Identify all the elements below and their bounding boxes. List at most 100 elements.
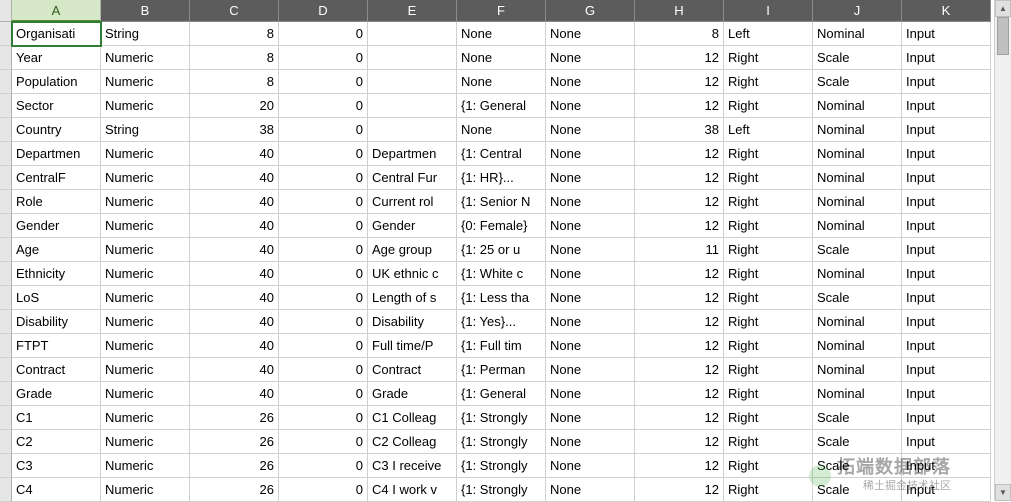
column-header-c[interactable]: C xyxy=(190,0,279,22)
column-header-e[interactable]: E xyxy=(368,0,457,22)
cell[interactable]: 0 xyxy=(279,310,368,334)
cell[interactable]: Numeric xyxy=(101,382,190,406)
cell[interactable]: Right xyxy=(724,142,813,166)
cell[interactable]: 40 xyxy=(190,358,279,382)
cell[interactable]: Input xyxy=(902,70,991,94)
cell[interactable]: 0 xyxy=(279,190,368,214)
row-header[interactable] xyxy=(0,166,12,190)
cell[interactable]: None xyxy=(546,70,635,94)
cell[interactable]: {1: White c xyxy=(457,262,546,286)
cell[interactable]: 12 xyxy=(635,454,724,478)
cell[interactable]: String xyxy=(101,22,190,46)
cell[interactable]: Right xyxy=(724,382,813,406)
cell[interactable]: C1 Colleag xyxy=(368,406,457,430)
cell[interactable]: 12 xyxy=(635,190,724,214)
row-header[interactable] xyxy=(0,430,12,454)
cell[interactable]: Contract xyxy=(368,358,457,382)
cell[interactable]: 12 xyxy=(635,430,724,454)
cell[interactable]: {1: 25 or u xyxy=(457,238,546,262)
cell[interactable] xyxy=(368,118,457,142)
row-header[interactable] xyxy=(0,262,12,286)
cell[interactable]: Population xyxy=(12,70,101,94)
row-header[interactable] xyxy=(0,382,12,406)
cell[interactable]: {1: Central xyxy=(457,142,546,166)
row-header[interactable] xyxy=(0,118,12,142)
cell[interactable]: None xyxy=(546,46,635,70)
cell[interactable]: {1: Yes}... xyxy=(457,310,546,334)
cell[interactable]: Right xyxy=(724,286,813,310)
cell[interactable]: 12 xyxy=(635,310,724,334)
cell[interactable]: Left xyxy=(724,22,813,46)
cell[interactable]: None xyxy=(457,22,546,46)
cell[interactable]: Input xyxy=(902,478,991,502)
cell[interactable]: {1: Strongly xyxy=(457,454,546,478)
cell[interactable]: Numeric xyxy=(101,70,190,94)
cell[interactable]: Age group xyxy=(368,238,457,262)
cell[interactable]: None xyxy=(546,430,635,454)
cell[interactable]: Input xyxy=(902,190,991,214)
cell[interactable]: None xyxy=(457,46,546,70)
cell[interactable]: 26 xyxy=(190,478,279,502)
cell[interactable]: Disability xyxy=(368,310,457,334)
cell[interactable]: 12 xyxy=(635,358,724,382)
spreadsheet-grid[interactable]: ABCDEFGHIJKOrganisatiString80NoneNone8Le… xyxy=(0,0,1011,502)
cell[interactable]: Right xyxy=(724,70,813,94)
column-header-f[interactable]: F xyxy=(457,0,546,22)
cell[interactable]: Input xyxy=(902,406,991,430)
column-header-k[interactable]: K xyxy=(902,0,991,22)
cell[interactable]: Nominal xyxy=(813,382,902,406)
cell[interactable]: Numeric xyxy=(101,358,190,382)
cell[interactable]: None xyxy=(546,94,635,118)
cell[interactable]: 0 xyxy=(279,214,368,238)
cell[interactable]: Numeric xyxy=(101,430,190,454)
cell[interactable]: 20 xyxy=(190,94,279,118)
cell[interactable]: Departmen xyxy=(12,142,101,166)
cell[interactable]: {1: HR}... xyxy=(457,166,546,190)
cell[interactable]: Nominal xyxy=(813,118,902,142)
cell[interactable]: Input xyxy=(902,286,991,310)
cell[interactable]: LoS xyxy=(12,286,101,310)
cell[interactable]: Country xyxy=(12,118,101,142)
cell[interactable]: None xyxy=(457,70,546,94)
cell[interactable]: Right xyxy=(724,358,813,382)
cell[interactable]: C1 xyxy=(12,406,101,430)
cell[interactable]: Numeric xyxy=(101,190,190,214)
cell[interactable]: Input xyxy=(902,142,991,166)
cell[interactable]: C3 I receive xyxy=(368,454,457,478)
cell[interactable]: Input xyxy=(902,118,991,142)
row-header[interactable] xyxy=(0,286,12,310)
cell[interactable]: Scale xyxy=(813,238,902,262)
cell[interactable]: Nominal xyxy=(813,22,902,46)
cell[interactable]: Numeric xyxy=(101,142,190,166)
cell[interactable]: Numeric xyxy=(101,262,190,286)
cell[interactable]: Input xyxy=(902,22,991,46)
cell[interactable]: 40 xyxy=(190,286,279,310)
scroll-up-button[interactable]: ▲ xyxy=(995,0,1011,17)
cell[interactable]: Input xyxy=(902,214,991,238)
cell[interactable]: 12 xyxy=(635,70,724,94)
cell[interactable]: 11 xyxy=(635,238,724,262)
cell[interactable]: 26 xyxy=(190,406,279,430)
cell[interactable]: 0 xyxy=(279,166,368,190)
cell[interactable]: 40 xyxy=(190,190,279,214)
cell[interactable]: None xyxy=(546,478,635,502)
cell[interactable]: Nominal xyxy=(813,334,902,358)
cell[interactable]: Scale xyxy=(813,406,902,430)
cell[interactable]: Input xyxy=(902,454,991,478)
cell[interactable]: Right xyxy=(724,94,813,118)
cell[interactable]: None xyxy=(546,166,635,190)
cell[interactable]: Age xyxy=(12,238,101,262)
cell[interactable]: 0 xyxy=(279,46,368,70)
cell[interactable]: None xyxy=(457,118,546,142)
cell[interactable]: Input xyxy=(902,310,991,334)
cell[interactable]: 12 xyxy=(635,382,724,406)
cell[interactable]: Right xyxy=(724,430,813,454)
row-header[interactable] xyxy=(0,454,12,478)
cell[interactable]: Grade xyxy=(12,382,101,406)
cell[interactable]: Numeric xyxy=(101,310,190,334)
cell[interactable]: {1: General xyxy=(457,94,546,118)
cell[interactable]: Departmen xyxy=(368,142,457,166)
cell[interactable]: Scale xyxy=(813,46,902,70)
cell[interactable]: 40 xyxy=(190,310,279,334)
cell[interactable]: Nominal xyxy=(813,166,902,190)
